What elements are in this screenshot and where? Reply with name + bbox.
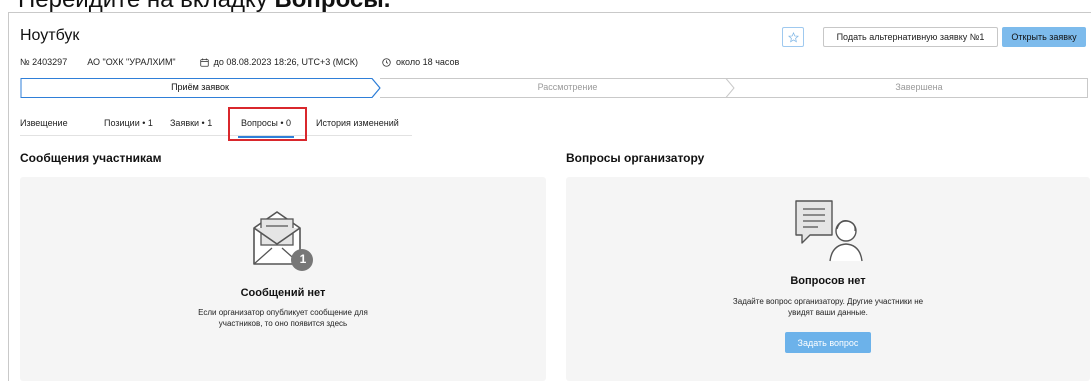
star-icon	[787, 31, 799, 42]
questions-empty-title: Вопросов нет	[790, 275, 866, 287]
time-left-text: около 18 часов	[395, 57, 460, 67]
page-title: Ноутбук	[20, 27, 80, 44]
status-stepper: Приём заявок Рассмотрение Завершена	[20, 78, 1088, 98]
messages-panel: 1 Сообщений нет Если организатор опублик…	[20, 177, 546, 381]
favorite-button[interactable]	[782, 27, 804, 47]
tab-highlight-box	[228, 107, 307, 141]
questions-empty-text-line1: Задайте вопрос организатору. Другие учас…	[732, 297, 924, 306]
tab-bar: Извещение Позиции • 1 Заявки • 1 Вопросы…	[20, 112, 412, 138]
messages-empty-title: Сообщений нет	[240, 287, 326, 299]
alternative-bid-button[interactable]: Подать альтернативную заявку №1	[823, 27, 998, 47]
messages-empty-text-line1: Если организатор опубликует сообщение дл…	[198, 308, 368, 317]
deadline-text: до 08.08.2023 18:26, UTC+3 (МСК)	[213, 57, 358, 67]
organization-name: АО "ОХК "УРАЛХИМ"	[87, 57, 176, 67]
stage-review: Рассмотрение	[537, 82, 598, 92]
chat-person-icon	[795, 200, 863, 262]
questions-panel: Вопросов нет Задайте вопрос организатору…	[566, 177, 1090, 381]
tab-history[interactable]: История изменений	[316, 118, 399, 128]
unread-badge: 1	[299, 252, 307, 266]
questions-empty-text: Задайте вопрос организатору. Другие учас…	[566, 296, 1090, 318]
messages-section-title: Сообщения участникам	[20, 151, 162, 165]
messages-empty-text-line2: участников, то оно появится здесь	[218, 319, 348, 328]
tab-notice[interactable]: Извещение	[20, 118, 68, 128]
deadline: до 08.08.2023 18:26, UTC+3 (МСК)	[199, 57, 358, 67]
stage-completed: Завершена	[895, 82, 943, 92]
stage-receiving: Приём заявок	[171, 82, 229, 92]
time-left: около 18 часов	[382, 57, 459, 67]
calendar-icon	[199, 57, 209, 67]
questions-section-title: Вопросы организатору	[566, 151, 705, 165]
procedure-number: № 2403297	[20, 57, 68, 67]
clock-icon	[382, 57, 391, 67]
tab-positions[interactable]: Позиции • 1	[104, 118, 153, 128]
questions-empty-text-line2: увидят ваши данные.	[788, 308, 868, 317]
tab-bids[interactable]: Заявки • 1	[170, 118, 212, 128]
messages-empty-text: Если организатор опубликует сообщение дл…	[20, 307, 546, 329]
procedure-meta: № 2403297 АО "ОХК "УРАЛХИМ" до 08.08.202…	[20, 57, 459, 67]
ask-question-button[interactable]: Задать вопрос	[785, 332, 871, 353]
open-bid-button[interactable]: Открыть заявку	[1002, 27, 1086, 47]
